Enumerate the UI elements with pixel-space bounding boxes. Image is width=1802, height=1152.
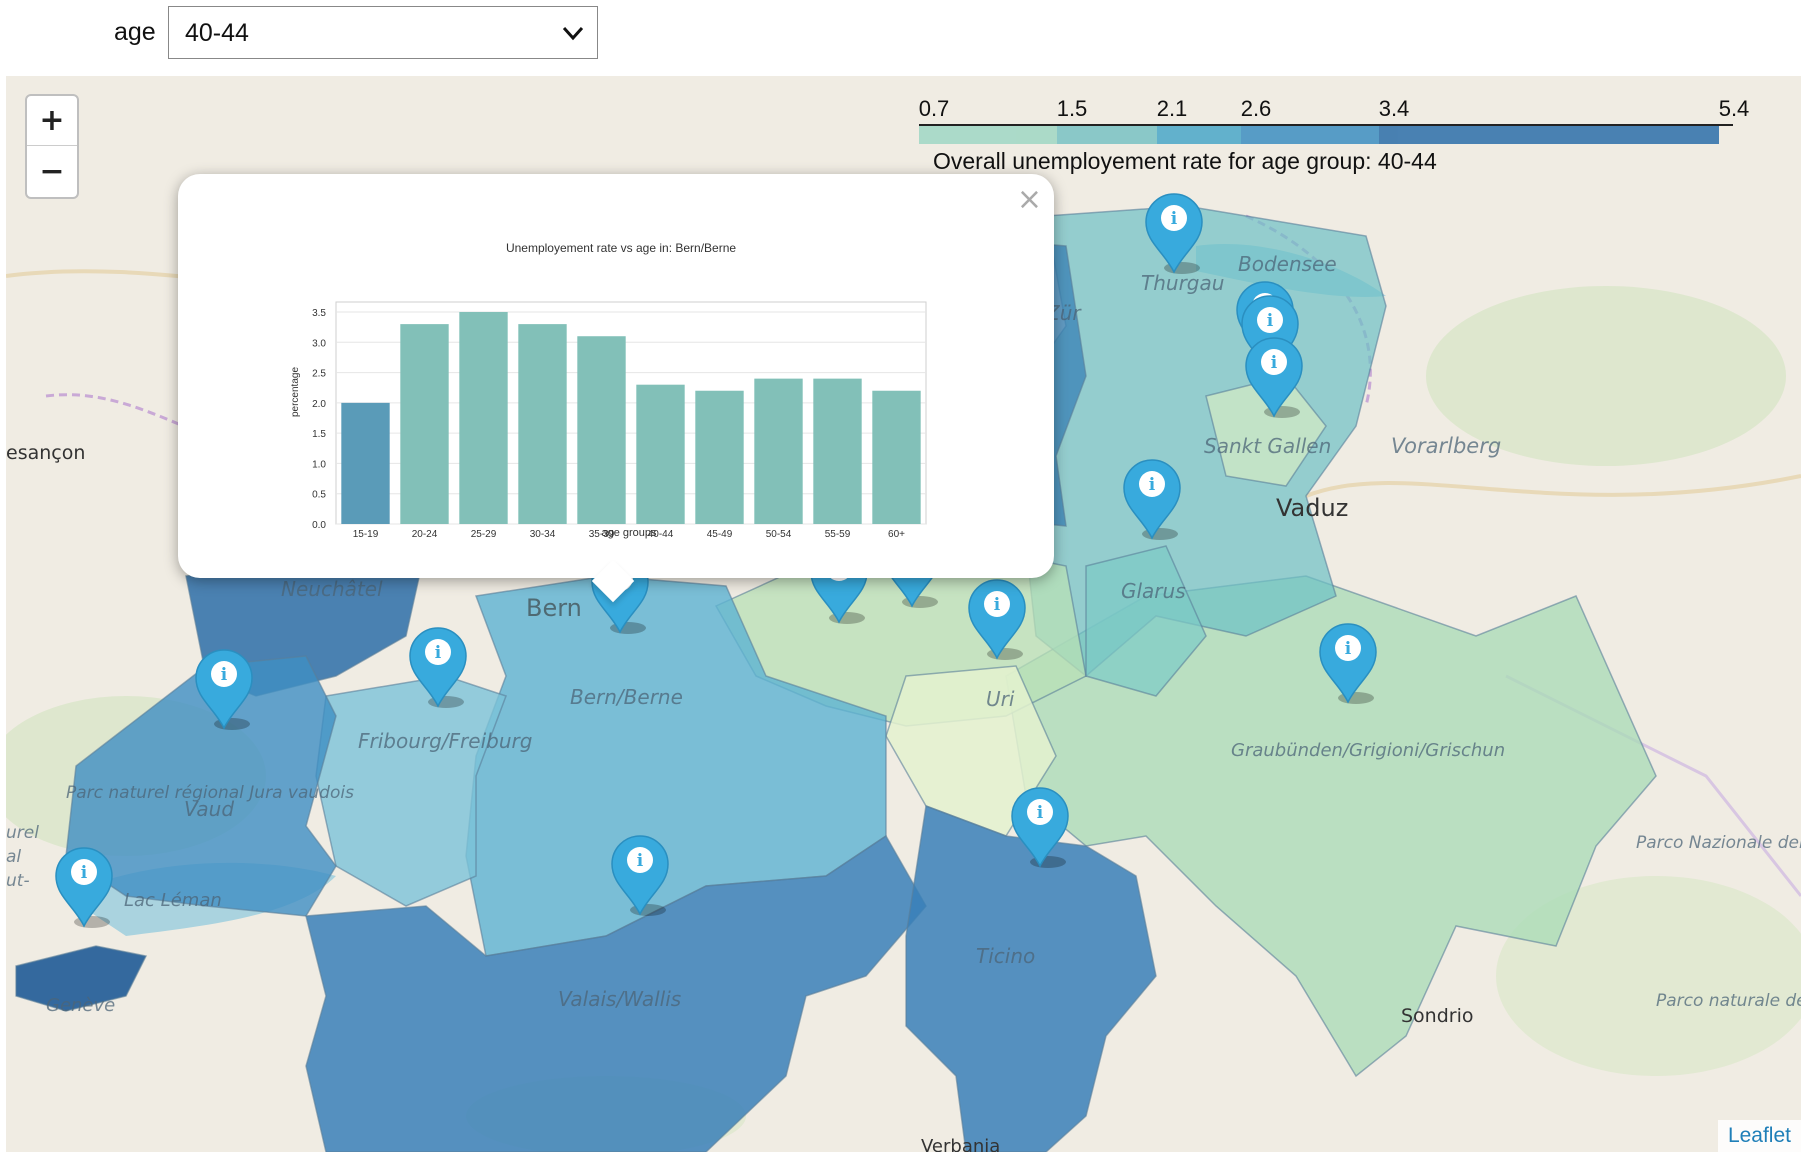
map-label-edge-2: al bbox=[6, 847, 21, 867]
chart-bar bbox=[872, 390, 921, 524]
chart-bar bbox=[754, 378, 803, 524]
chart-x-tick-label: 55-59 bbox=[825, 529, 851, 540]
chart-bar bbox=[695, 390, 744, 524]
map-label-parc-jura: Parc naturel régional Jura vaudois bbox=[66, 783, 354, 803]
map-label-sondrio: Sondrio bbox=[1401, 1005, 1474, 1027]
chart-x-tick-label: 40-44 bbox=[648, 529, 674, 540]
map-label-adamello: Parco naturale dell'Adamello-Brenta bbox=[1656, 991, 1801, 1011]
chart-x-tick-label: 30-34 bbox=[530, 529, 556, 540]
leaflet-attribution-link[interactable]: Leaflet bbox=[1717, 1120, 1801, 1152]
chart-y-tick-label: 1.5 bbox=[312, 429, 326, 440]
chart-x-tick-label: 20-24 bbox=[412, 529, 438, 540]
map-label-ticino: Ticino bbox=[976, 944, 1035, 968]
chart-x-tick-label: 15-19 bbox=[353, 529, 379, 540]
map-label-sankt-gallen: Sankt Gallen bbox=[1204, 434, 1331, 458]
chart-x-tick-label: 35-39 bbox=[589, 529, 615, 540]
map-label-stelvio: Parco Nazionale dello Stelvio bbox=[1636, 833, 1801, 853]
color-legend: 0.7 1.5 2.1 2.6 3.4 5.4 Overall unemploy… bbox=[910, 96, 1750, 176]
map-label-graubunden: Graubünden/Grigioni/Grischun bbox=[1231, 740, 1505, 761]
map-label-edge-3: ut- bbox=[6, 871, 30, 891]
map-label-edge-1: urel bbox=[6, 823, 39, 843]
age-dropdown[interactable]: 40-44 bbox=[168, 6, 598, 59]
chart-y-tick-label: 3.5 bbox=[312, 308, 326, 319]
legend-swatch bbox=[919, 126, 1057, 144]
legend-tick: 1.5 bbox=[1056, 96, 1088, 121]
popup-bar-chart: Unemployement rate vs age in: Bern/Berne… bbox=[290, 241, 927, 540]
legend-swatch bbox=[1057, 126, 1157, 144]
chevron-down-icon bbox=[562, 26, 584, 41]
age-dropdown-value: 40-44 bbox=[185, 19, 249, 47]
map-label-vorarlberg: Vorarlberg bbox=[1391, 434, 1501, 458]
map-label-bodensee: Bodensee bbox=[1238, 252, 1337, 276]
chart-x-tick-label: 60+ bbox=[888, 529, 905, 540]
chart-x-tick-label: 45-49 bbox=[707, 529, 733, 540]
chart-bar bbox=[341, 402, 390, 524]
chart-bar bbox=[813, 378, 862, 524]
chart-y-tick-label: 1.0 bbox=[312, 459, 326, 470]
chart-y-tick-label: 2.5 bbox=[312, 369, 326, 380]
chart-bar bbox=[518, 324, 567, 524]
zoom-in-button[interactable]: + bbox=[27, 96, 77, 146]
age-widget-row: age 40-44 bbox=[0, 0, 1802, 72]
map-label-thurgau: Thurgau bbox=[1141, 271, 1224, 295]
legend-swatch bbox=[1241, 126, 1379, 144]
zoom-control: + − bbox=[25, 94, 79, 199]
map-label-glarus: Glarus bbox=[1121, 579, 1186, 603]
map-label-lac-leman: Lac Léman bbox=[124, 890, 222, 911]
legend-tick: 3.4 bbox=[1378, 96, 1410, 121]
legend-tick: 0.7 bbox=[918, 96, 950, 121]
legend-swatch bbox=[1157, 126, 1241, 144]
chart-y-tick-label: 2.0 bbox=[312, 399, 326, 410]
age-label: age bbox=[114, 18, 156, 46]
map-label-bern-city: Bern bbox=[526, 594, 582, 622]
leaflet-map[interactable]: Thurgau Bodensee Sankt Gallen Vorarlberg… bbox=[6, 76, 1801, 1152]
zoom-out-button[interactable]: − bbox=[27, 147, 77, 197]
legend-tick: 2.6 bbox=[1240, 96, 1272, 121]
chart-bar bbox=[400, 324, 449, 524]
map-label-valais: Valais/Wallis bbox=[558, 987, 681, 1011]
chart-bar bbox=[636, 384, 685, 524]
chart-bar bbox=[577, 336, 626, 524]
map-label-fribourg: Fribourg/Freiburg bbox=[358, 729, 532, 753]
map-label-uri: Uri bbox=[986, 687, 1015, 711]
map-label-neuchatel: Neuchâtel bbox=[281, 577, 383, 601]
legend-caption: Overall unemployement rate for age group… bbox=[933, 148, 1437, 174]
legend-swatch bbox=[1379, 126, 1719, 144]
map-label-geneve: Genève bbox=[46, 995, 115, 1016]
legend-color-bar bbox=[919, 126, 1733, 144]
map-label-verbania: Verbania bbox=[921, 1136, 1000, 1152]
chart-y-tick-label: 3.0 bbox=[312, 338, 326, 349]
chart-bar bbox=[459, 312, 508, 524]
canton-popup: × Unemployement rate vs age in: Bern/Ber… bbox=[178, 174, 1054, 603]
map-label-besancon: esançon bbox=[6, 442, 85, 464]
map-label-vaduz: Vaduz bbox=[1276, 494, 1348, 522]
map-label-bern-canton: Bern/Berne bbox=[570, 685, 683, 709]
legend-tick: 5.4 bbox=[1718, 96, 1750, 121]
legend-tick: 2.1 bbox=[1156, 96, 1188, 121]
chart-y-tick-label: 0.5 bbox=[312, 490, 326, 501]
chart-x-tick-label: 50-54 bbox=[766, 529, 792, 540]
chart-y-axis-label: percentage bbox=[290, 367, 301, 417]
chart-title: Unemployement rate vs age in: Bern/Berne bbox=[506, 241, 736, 255]
chart-y-tick-label: 0.0 bbox=[312, 520, 326, 531]
chart-x-tick-label: 25-29 bbox=[471, 529, 497, 540]
